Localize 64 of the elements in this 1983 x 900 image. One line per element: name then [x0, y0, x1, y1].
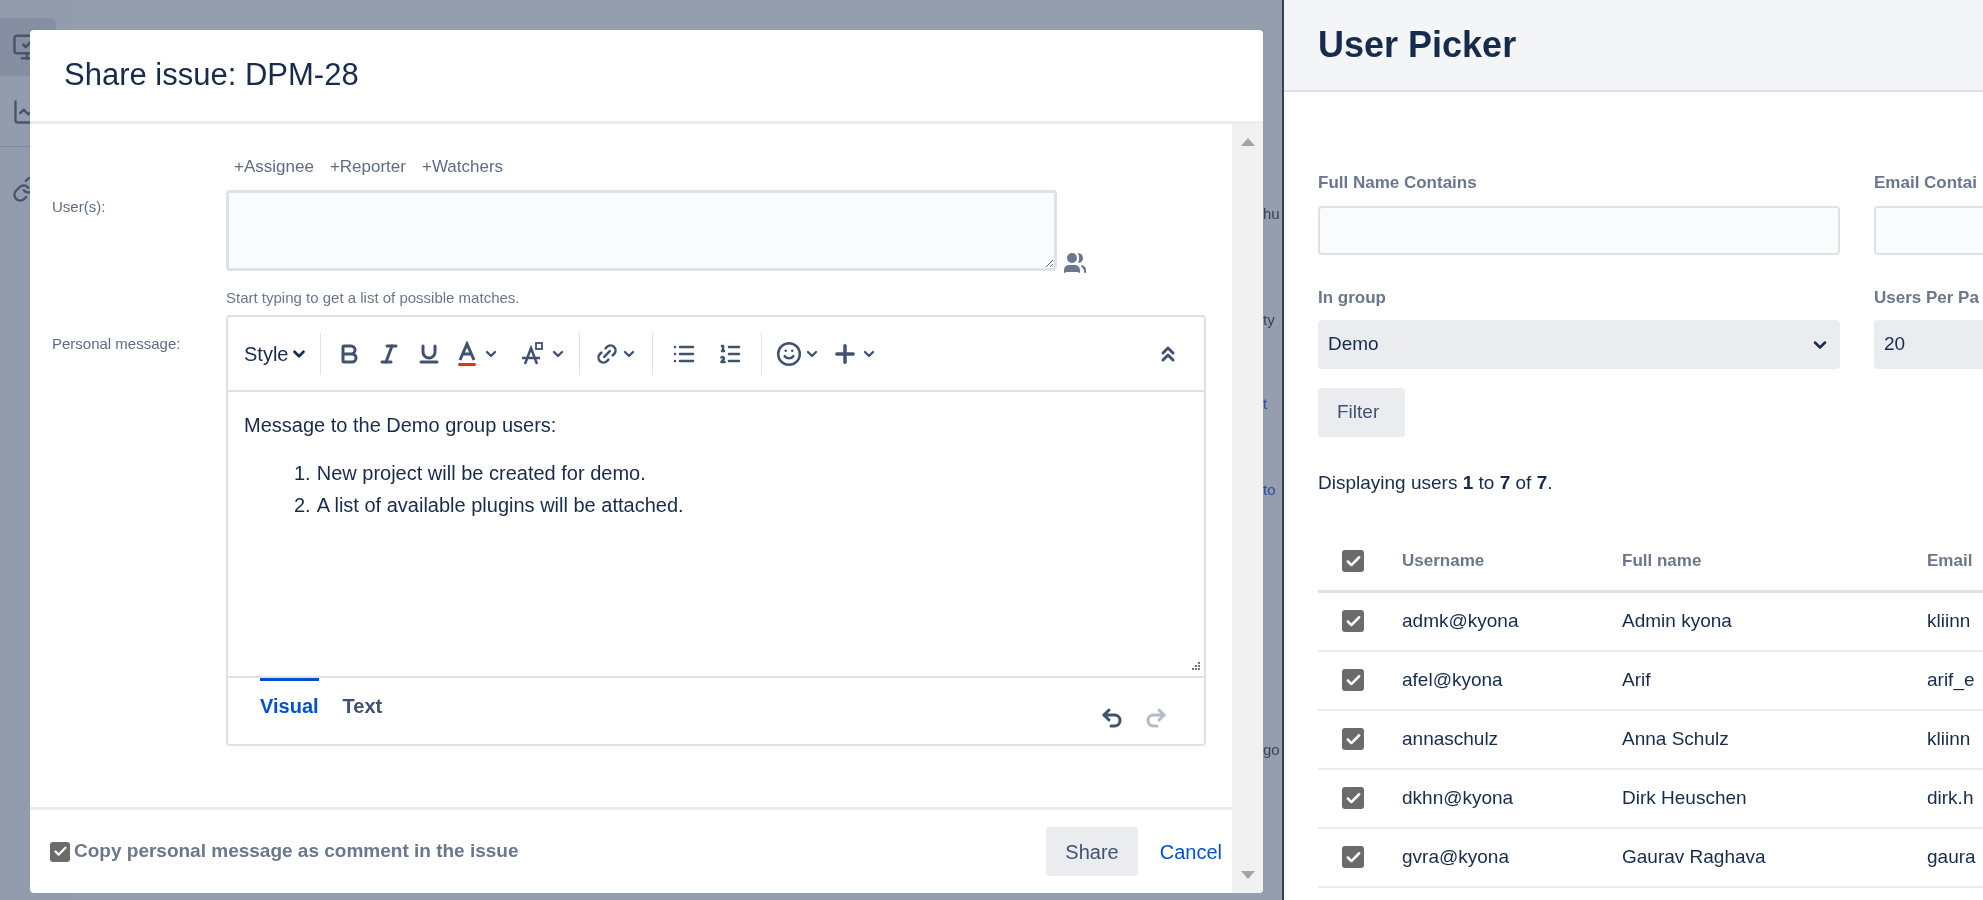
- panel-title: User Picker: [1318, 23, 1517, 67]
- field-hint: Start typing to get a list of possible matches.: [226, 287, 521, 308]
- table-cell-text: Dirk Heuschen: [1622, 785, 1748, 810]
- page-text-fragment: go: [1263, 741, 1281, 759]
- table-cell-text: gaura: [1927, 844, 1976, 869]
- list-item-text: New project will be created for demo.: [316, 461, 646, 486]
- filter-label: In group: [1318, 286, 1387, 309]
- editor-tab[interactable]: Visual: [260, 678, 319, 733]
- column-header: Username: [1402, 550, 1486, 573]
- message-text: Message to the Demo group users:: [244, 413, 558, 438]
- copy-comment-checkbox[interactable]: [50, 841, 70, 862]
- table-cell-text: dkhn@kyona: [1402, 785, 1515, 810]
- editor-tab[interactable]: Text: [342, 678, 383, 733]
- checkmark-icon: [52, 844, 68, 859]
- row-checkbox[interactable]: [1342, 728, 1364, 750]
- select-field[interactable]: 20: [1874, 320, 1983, 369]
- users-field[interactable]: [226, 189, 1057, 271]
- table-cell-text: annaschulz: [1402, 726, 1500, 751]
- page-text-fragment: ty: [1263, 311, 1276, 329]
- field-label: Personal message:: [52, 334, 182, 354]
- message-editor[interactable]: Message to the Demo group users: 1. New project will be created for demo. 2. A list of available plugins will be attached.: [228, 392, 1204, 676]
- add-user-link[interactable]: +Watchers: [421, 154, 504, 180]
- add-user-link[interactable]: +Assignee: [234, 154, 314, 180]
- select-all-checkbox[interactable]: [1342, 550, 1364, 572]
- table-cell-text: kliinn: [1927, 608, 1971, 633]
- column-header: Full name: [1622, 550, 1703, 573]
- add-user-link[interactable]: +Reporter: [329, 154, 406, 180]
- table-cell-text: kliinn: [1927, 726, 1971, 751]
- filter-label: Users Per Pa: [1874, 286, 1980, 309]
- smiley-icon: [776, 340, 803, 367]
- style-dropdown[interactable]: Style: [244, 338, 313, 369]
- page-text-fragment: hu: [1263, 205, 1281, 223]
- list-number: 1.: [294, 461, 311, 486]
- table-cell-text: gvra@kyona: [1402, 844, 1510, 869]
- text-field[interactable]: [1318, 205, 1840, 255]
- filter-button[interactable]: Filter: [1318, 388, 1405, 437]
- filter-label: Full Name Contains: [1318, 172, 1478, 194]
- undo-button[interactable]: [1100, 706, 1124, 730]
- checkbox-label: Copy personal message as comment in the issue: [74, 839, 519, 864]
- table-cell-text: Gaurav Raghava: [1622, 844, 1767, 869]
- undo-icon: [1100, 706, 1124, 730]
- filter-label: Email Contai: [1874, 172, 1978, 194]
- field-label: User(s):: [52, 197, 107, 217]
- column-header: Email: [1927, 550, 1973, 573]
- select-field[interactable]: Demo: [1318, 320, 1840, 369]
- table-cell-text: dirk.h: [1927, 785, 1974, 810]
- row-checkbox[interactable]: [1342, 669, 1364, 691]
- results-summary: Displaying users 1 to 7 of 7.: [1318, 471, 1554, 495]
- list-item-text: A list of available plugins will be attached.: [316, 493, 684, 518]
- table-cell-text: afel@kyona: [1402, 667, 1504, 692]
- row-checkbox[interactable]: [1342, 610, 1364, 632]
- table-cell-text: Arif: [1622, 667, 1652, 692]
- table-cell-text: Admin kyona: [1622, 608, 1733, 633]
- table-cell-text: arif_e: [1927, 667, 1975, 693]
- row-checkbox[interactable]: [1342, 846, 1364, 868]
- table-cell-text: Anna Schulz: [1622, 726, 1730, 751]
- share-button[interactable]: Share: [1046, 827, 1138, 876]
- row-checkbox[interactable]: [1342, 787, 1364, 809]
- table-cell-text: admk@kyona: [1402, 608, 1520, 633]
- dialog-title: Share issue: DPM-28: [64, 56, 359, 95]
- cancel-link[interactable]: Cancel: [1159, 836, 1222, 867]
- users-icon[interactable]: [1063, 250, 1087, 275]
- redo-icon: [1144, 706, 1168, 730]
- list-number: 2.: [294, 493, 311, 518]
